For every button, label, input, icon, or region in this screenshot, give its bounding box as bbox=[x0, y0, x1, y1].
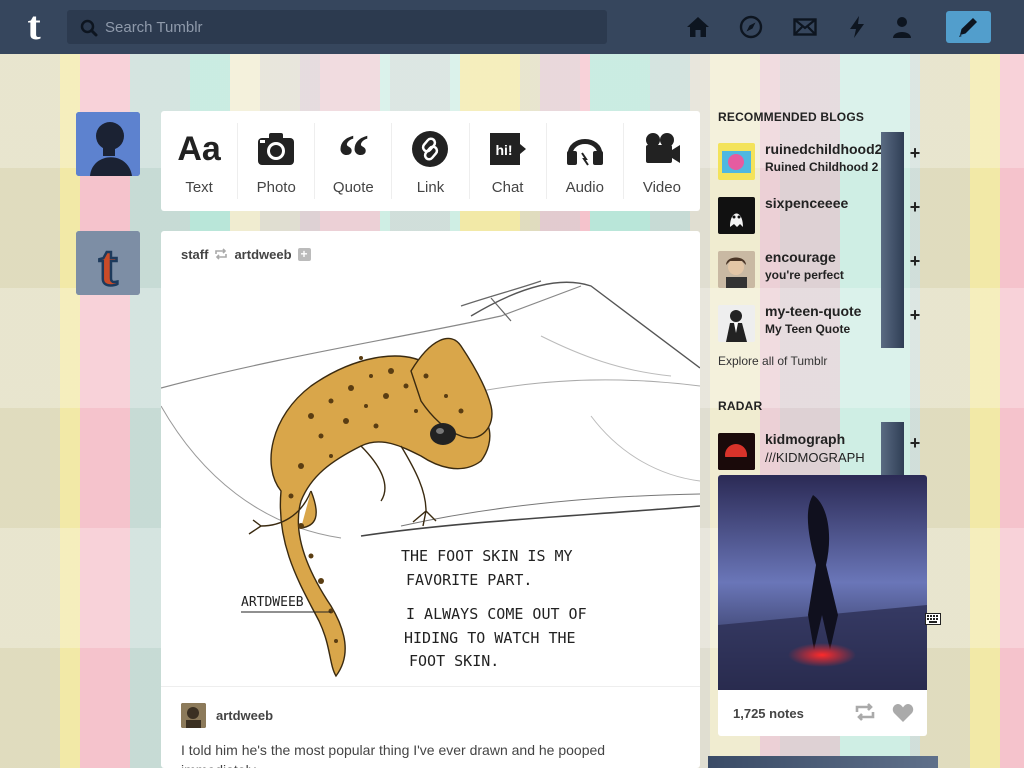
post-image[interactable]: ARTDWEEB THE FOOT SKIN IS MY FAVORITE PA… bbox=[161, 276, 700, 686]
source-blog-name[interactable]: artdweeb bbox=[234, 247, 291, 262]
reblog-icon[interactable] bbox=[854, 703, 876, 721]
pencil-icon bbox=[959, 18, 977, 37]
post-header: staff artdweeb + bbox=[181, 246, 311, 262]
inbox-icon[interactable] bbox=[793, 15, 817, 39]
blog-title: My Teen Quote bbox=[765, 322, 851, 336]
art-signature: ARTDWEEB bbox=[241, 595, 304, 610]
chat-icon: hi! bbox=[489, 133, 526, 165]
recommended-blog-row[interactable]: my-teen-quote My Teen Quote + bbox=[718, 294, 928, 357]
gecko-drawing: ARTDWEEB THE FOOT SKIN IS MY FAVORITE PA… bbox=[161, 280, 700, 678]
blog-name[interactable]: encourage bbox=[765, 249, 836, 265]
next-sidebar-card bbox=[708, 756, 938, 768]
post-type-label: Audio bbox=[565, 179, 604, 196]
link-icon bbox=[412, 131, 449, 167]
art-text-line: I ALWAYS COME OUT OF bbox=[406, 605, 587, 623]
keyboard-shortcuts-icon[interactable] bbox=[925, 613, 941, 625]
blog-title: you're perfect bbox=[765, 268, 844, 282]
caption-text: I told him he's the most popular thing I… bbox=[181, 742, 606, 768]
blog-title: Ruined Childhood 2 bbox=[765, 160, 879, 174]
post-type-photo[interactable]: Photo bbox=[238, 123, 316, 199]
post-type-label: Video bbox=[642, 179, 681, 196]
reblogger-name[interactable]: staff bbox=[181, 247, 208, 262]
post-type-audio[interactable]: Audio bbox=[547, 123, 624, 199]
post-type-label: Text bbox=[185, 179, 213, 196]
post-type-quote[interactable]: “ Quote bbox=[315, 121, 393, 199]
blog-header-strip bbox=[881, 186, 904, 240]
reblog-arrow-icon bbox=[215, 248, 228, 260]
post-type-chat[interactable]: hi! Chat bbox=[470, 123, 547, 199]
post-type-label: Photo bbox=[256, 179, 296, 196]
blog-name[interactable]: kidmograph bbox=[765, 431, 845, 447]
blog-name[interactable]: sixpenceeee bbox=[765, 195, 848, 211]
post-type-label: Quote bbox=[332, 179, 374, 196]
activity-icon[interactable] bbox=[845, 15, 869, 39]
like-heart-icon[interactable] bbox=[892, 703, 914, 723]
radar-image[interactable] bbox=[718, 475, 927, 690]
video-camera-icon bbox=[645, 133, 680, 163]
blog-name[interactable]: my-teen-quote bbox=[765, 303, 861, 319]
art-text-line: HIDING TO WATCH THE bbox=[404, 629, 576, 647]
art-text-line: THE FOOT SKIN IS MY bbox=[401, 547, 573, 565]
caption-author-name[interactable]: artdweeb bbox=[216, 708, 273, 723]
sidebar: RECOMMENDED BLOGS ruinedchildhood2 Ruine… bbox=[718, 54, 928, 768]
blog-header-strip bbox=[881, 240, 904, 294]
headphones-icon bbox=[566, 139, 603, 166]
staff-avatar[interactable]: t bbox=[76, 231, 140, 295]
blog-avatar[interactable] bbox=[718, 433, 755, 470]
home-icon[interactable] bbox=[686, 15, 710, 39]
svg-text:hi!: hi! bbox=[495, 142, 512, 158]
follow-blog-button[interactable]: + bbox=[905, 433, 925, 453]
user-silhouette-icon bbox=[76, 112, 140, 176]
search-icon bbox=[80, 19, 98, 37]
search-input[interactable] bbox=[105, 10, 595, 44]
art-text-line: FAVORITE PART. bbox=[406, 571, 532, 589]
blog-avatar[interactable] bbox=[718, 305, 755, 342]
tumblr-staff-logo-icon: t bbox=[76, 231, 140, 295]
follow-plus-icon[interactable]: + bbox=[297, 247, 311, 261]
text-icon: Aa bbox=[177, 129, 221, 168]
post-caption: artdweeb I told him he's the most popula… bbox=[161, 686, 700, 768]
radar-post: 1,725 notes bbox=[718, 475, 927, 736]
post-type-video[interactable]: Video bbox=[624, 123, 700, 199]
top-navbar: t bbox=[0, 0, 1024, 54]
search-bar bbox=[67, 10, 607, 44]
art-text-line: FOOT SKIN. bbox=[409, 652, 499, 670]
post-type-text[interactable]: Aa Text bbox=[161, 123, 239, 199]
account-icon[interactable] bbox=[890, 15, 914, 39]
blog-avatar[interactable] bbox=[718, 251, 755, 288]
quote-icon: “ bbox=[337, 121, 370, 192]
explore-icon[interactable] bbox=[739, 15, 763, 39]
follow-blog-button[interactable]: + bbox=[905, 251, 925, 271]
blog-header-strip bbox=[881, 294, 904, 348]
follow-blog-button[interactable]: + bbox=[905, 305, 925, 325]
camera-icon bbox=[258, 133, 295, 165]
post-type-label: Link bbox=[416, 179, 445, 196]
blog-avatar[interactable] bbox=[718, 143, 755, 180]
svg-text:t: t bbox=[98, 233, 118, 295]
compose-button[interactable] bbox=[946, 11, 991, 43]
blog-header-strip bbox=[881, 422, 904, 476]
follow-blog-button[interactable]: + bbox=[905, 197, 925, 217]
follow-blog-button[interactable]: + bbox=[905, 143, 925, 163]
post-type-link[interactable]: Link bbox=[392, 123, 470, 199]
caption-author-avatar[interactable] bbox=[181, 703, 206, 728]
recommended-blogs-title: RECOMMENDED BLOGS bbox=[718, 110, 865, 124]
blog-title: ///KIDMOGRAPH bbox=[765, 450, 865, 465]
tumblr-logo-icon[interactable]: t bbox=[16, 6, 52, 46]
dashboard-post: staff artdweeb + ARTDWEEB THE FOOT SKIN … bbox=[161, 231, 700, 768]
post-type-bar: Aa Text Photo “ Quote Link hi! Chat Audi… bbox=[161, 111, 700, 211]
explore-link[interactable]: Explore all of Tumblr bbox=[718, 354, 827, 368]
blog-name[interactable]: ruinedchildhood2 bbox=[765, 141, 882, 157]
user-avatar[interactable] bbox=[76, 112, 140, 176]
radar-title: RADAR bbox=[718, 399, 763, 413]
blog-avatar[interactable] bbox=[718, 197, 755, 234]
radar-notes-count[interactable]: 1,725 notes bbox=[733, 706, 804, 721]
post-type-label: Chat bbox=[491, 179, 524, 196]
blog-header-strip bbox=[881, 132, 904, 186]
